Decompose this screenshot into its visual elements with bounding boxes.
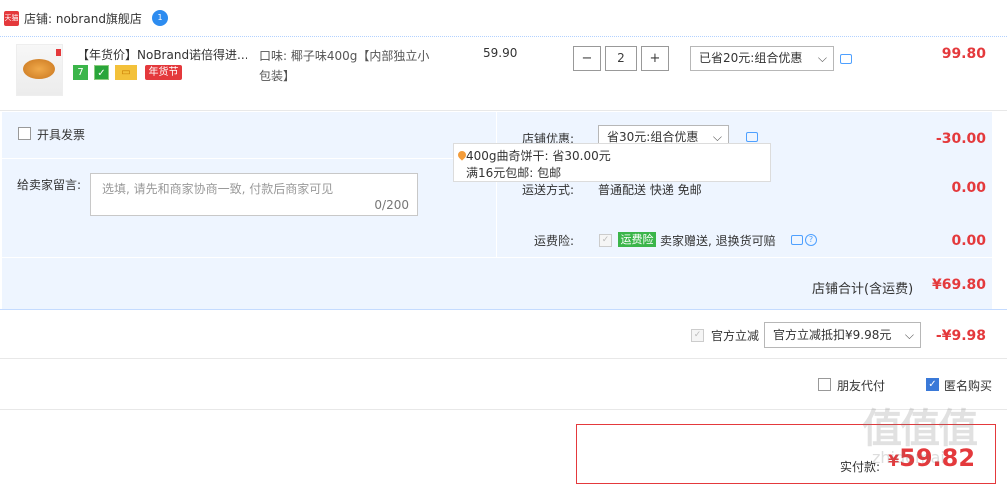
year-festival-badge: 年货节 [145, 65, 182, 80]
message-icon[interactable] [746, 132, 758, 142]
shipping-label: 运送方式: [522, 183, 575, 197]
help-icon[interactable]: ? [805, 234, 817, 246]
shipping-value: 0.00 [951, 180, 986, 196]
anonymous-checkbox[interactable]: ✓ [926, 378, 939, 391]
official-discount-checkbox[interactable]: ✓ [691, 329, 704, 342]
product-image[interactable] [16, 44, 63, 96]
insurance-tag: 运费险 [618, 232, 656, 247]
item-promo-select-value: 已省20元:组合优惠 [699, 51, 803, 65]
insurance-text: 卖家赠送, 退换货可赔 [660, 234, 776, 248]
shop-name[interactable]: 店铺: nobrand旗舰店 [24, 10, 142, 27]
invoice-checkbox[interactable] [18, 127, 31, 140]
watermark: 值值值 [862, 406, 978, 452]
shop-discount-select-value: 省30元:组合优惠 [607, 130, 699, 144]
guarantee-icon: ✓ [94, 65, 109, 80]
product-title[interactable]: 【年货价】NoBrand诺倍得进... [77, 46, 247, 63]
official-discount-value: -¥9.98 [935, 328, 986, 344]
invoice-label: 开具发票 [37, 128, 86, 142]
insurance-checkbox[interactable]: ✓ [599, 234, 612, 247]
seller-message-placeholder: 选填, 请先和商家协商一致, 付款后商家可见 [102, 182, 334, 196]
seller-message-label: 给卖家留言: [17, 178, 82, 192]
divider [0, 309, 1007, 310]
divider [0, 358, 1007, 359]
friend-pay-checkbox[interactable] [818, 378, 831, 391]
quantity-input[interactable]: 2 [605, 46, 637, 71]
friend-pay-label: 朋友代付 [837, 379, 886, 393]
item-subtotal: 99.80 [941, 46, 986, 62]
seven-day-return-icon: 7 [73, 65, 88, 80]
tooltip-line-1: 400g曲奇饼干: 省30.00元 [466, 149, 611, 163]
quantity-decrease-button[interactable]: − [573, 46, 601, 71]
official-discount-select[interactable]: 官方立减抵扣¥9.98元 ⌵ [764, 322, 921, 348]
watermark-sub: zhidemai [872, 448, 945, 467]
tooltip-line-2: 满16元包邮: 包邮 [466, 166, 562, 180]
unit-price: 59.90 [483, 46, 518, 60]
shop-total-label: 店铺合计(含运费) [812, 282, 914, 297]
char-counter: 0/200 [374, 198, 409, 212]
official-discount-select-value: 官方立减抵扣¥9.98元 [773, 328, 892, 342]
discount-tooltip: 400g曲奇饼干: 省30.00元 满16元包邮: 包邮 [453, 143, 771, 182]
tmall-icon: 天猫 [4, 11, 19, 26]
product-sku: 口味: 椰子味400g【内部独立小包装】 [259, 49, 430, 83]
seller-message-input[interactable]: 选填, 请先和商家协商一致, 付款后商家可见 0/200 [90, 173, 418, 216]
shop-discount-value: -30.00 [935, 131, 986, 147]
credit-card-icon: ▭ [115, 65, 137, 80]
divider [0, 409, 1007, 410]
message-icon[interactable] [840, 54, 852, 64]
chevron-down-icon: ⌵ [817, 51, 827, 65]
insurance-value: 0.00 [951, 233, 986, 249]
chat-icon[interactable]: 1 [152, 10, 168, 26]
anonymous-label: 匿名购买 [944, 379, 993, 393]
quantity-increase-button[interactable]: + [641, 46, 669, 71]
shop-total-value: ¥69.80 [931, 277, 986, 293]
official-discount-label: 官方立减 [711, 329, 760, 343]
shipping-method: 普通配送 快递 免邮 [598, 183, 702, 197]
insurance-label: 运费险: [534, 234, 575, 248]
item-promo-select[interactable]: 已省20元:组合优惠 ⌵ [690, 46, 834, 71]
message-icon[interactable] [791, 235, 803, 245]
